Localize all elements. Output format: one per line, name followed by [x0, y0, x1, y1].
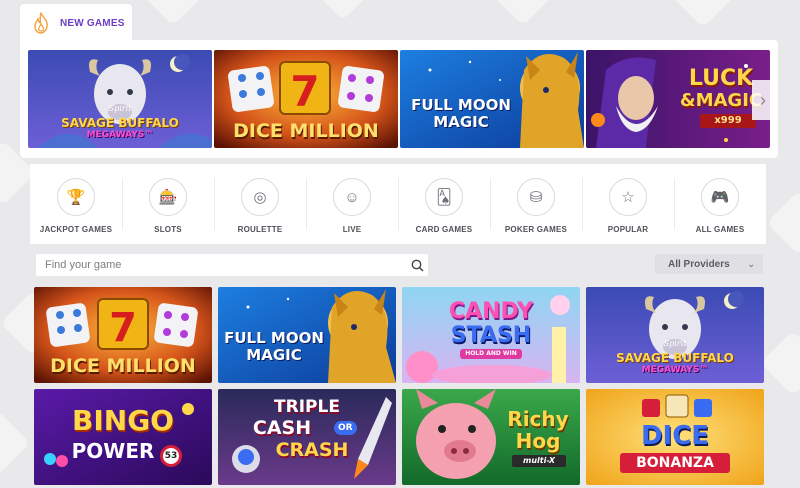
trophy-icon: 🏆 — [57, 178, 95, 216]
chevron-right-icon: › — [760, 89, 766, 110]
search-input[interactable] — [36, 254, 406, 276]
new-games-title: NEW GAMES — [60, 17, 125, 29]
category-all-games[interactable]: 🎮 ALL GAMES — [674, 164, 766, 244]
game-tile-candy-stash[interactable]: CANDY STASH HOLD AND WIN — [402, 287, 580, 383]
savage-buffalo-subtitle: MEGAWAYS™ — [641, 365, 709, 375]
dice-million-title: DICE MILLION — [233, 120, 379, 142]
category-label: JACKPOT GAMES — [39, 225, 113, 234]
category-label: SLOTS — [154, 225, 182, 234]
full-moon-magic-title-line1: FULL MOON — [224, 329, 324, 347]
savage-buffalo-badge: Spirit — [663, 339, 687, 348]
full-moon-magic-title-line2: MAGIC — [433, 113, 489, 131]
game-tile-full-moon-magic[interactable]: FULL MOON MAGIC — [400, 50, 584, 148]
poker-chip-icon: ⛁ — [517, 178, 555, 216]
category-card-games[interactable]: 🂡 CARD GAMES — [398, 164, 490, 244]
game-tile-savage-buffalo[interactable]: Spirit SAVAGE BUFFALO MEGAWAYS™ — [586, 287, 764, 383]
game-tile-savage-buffalo[interactable]: Spirit SAVAGE BUFFALO MEGAWAYS™ — [28, 50, 212, 148]
candy-stash-title-line2: STASH — [450, 323, 532, 348]
category-popular[interactable]: ☆ POPULAR — [582, 164, 674, 244]
game-tile-richy-hog[interactable]: Richy Hog multi-X — [402, 389, 580, 485]
triple-cash-title-line1: TRIPLE — [274, 397, 340, 417]
game-tile-dice-million[interactable]: 7 DICE MILLION — [214, 50, 398, 148]
triple-cash-title-line3: CRASH — [275, 439, 349, 461]
category-bar: 🏆 JACKPOT GAMES 🎰 SLOTS ◎ ROULETTE ☺ LIV… — [30, 164, 766, 244]
luck-magic-subtitle: x999 — [700, 114, 756, 128]
svg-text:7: 7 — [109, 305, 137, 351]
new-games-slider: Spirit SAVAGE BUFFALO MEGAWAYS™ 7 DICE M… — [28, 50, 770, 148]
providers-selected: All Providers — [668, 258, 730, 270]
category-live[interactable]: ☺ LIVE — [306, 164, 398, 244]
category-slots[interactable]: 🎰 SLOTS — [122, 164, 214, 244]
bingo-power-title-line2: POWER — [71, 439, 155, 463]
savage-buffalo-title: SAVAGE BUFFALO — [61, 116, 179, 130]
savage-buffalo-subtitle: MEGAWAYS™ — [86, 130, 154, 140]
flame-icon — [34, 12, 48, 34]
dice-bonanza-title-line1: DICE — [640, 421, 710, 451]
candy-stash-subtitle: HOLD AND WIN — [460, 349, 522, 359]
cards-icon: 🂡 — [425, 178, 463, 216]
game-tile-dice-bonanza[interactable]: DICE BONANZA — [586, 389, 764, 485]
category-jackpot-games[interactable]: 🏆 JACKPOT GAMES — [30, 164, 122, 244]
category-label: LIVE — [342, 225, 362, 234]
search-box — [36, 254, 428, 276]
game-tile-dice-million[interactable]: 7 DICE MILLION — [34, 287, 212, 383]
roulette-icon: ◎ — [241, 178, 279, 216]
savage-buffalo-badge: Spirit — [108, 104, 132, 113]
category-label: POPULAR — [607, 225, 649, 234]
richy-hog-title-line2: Hog — [515, 429, 561, 453]
star-icon: ☆ — [609, 178, 647, 216]
games-grid: 7 DICE MILLION FULL MOON MAGIC CANDY STA… — [34, 287, 766, 485]
slot-machine-icon: 🎰 — [149, 178, 187, 216]
category-poker-games[interactable]: ⛁ POKER GAMES — [490, 164, 582, 244]
category-roulette[interactable]: ◎ ROULETTE — [214, 164, 306, 244]
chevron-down-icon: ⌄ — [747, 258, 755, 269]
game-tile-full-moon-magic[interactable]: FULL MOON MAGIC — [218, 287, 396, 383]
category-label: POKER GAMES — [504, 225, 568, 234]
slider-next-arrow[interactable]: › — [752, 80, 774, 120]
triple-cash-connector: OR — [334, 421, 357, 435]
svg-text:7: 7 — [290, 67, 319, 116]
category-label: ROULETTE — [237, 225, 283, 234]
new-games-panel: Spirit SAVAGE BUFFALO MEGAWAYS™ 7 DICE M… — [20, 40, 778, 158]
bingo-power-title-line1: BINGO — [72, 404, 174, 437]
full-moon-magic-title-line1: FULL MOON — [411, 96, 511, 114]
game-tile-luck-and-magic[interactable]: LUCK &MAGIC x999 — [586, 50, 770, 148]
savage-buffalo-title: SAVAGE BUFFALO — [616, 351, 734, 365]
dice-bonanza-title-line2: BONANZA — [620, 453, 730, 473]
search-icon[interactable] — [406, 259, 428, 272]
game-tile-triple-cash-or-crash[interactable]: TRIPLE CASH OR CRASH — [218, 389, 396, 485]
category-label: ALL GAMES — [695, 225, 745, 234]
dice-million-title: DICE MILLION — [50, 355, 196, 377]
richy-hog-title-line1: Richy — [507, 407, 569, 431]
candy-stash-title-line1: CANDY — [448, 299, 534, 324]
gamepad-icon: 🎮 — [701, 178, 739, 216]
category-label: CARD GAMES — [415, 225, 473, 234]
new-games-tab[interactable]: NEW GAMES — [20, 4, 132, 42]
game-tile-bingo-power[interactable]: BINGO POWER 53 — [34, 389, 212, 485]
triple-cash-title-line2: CASH — [252, 417, 312, 439]
richy-hog-subtitle: multi-X — [512, 455, 566, 467]
providers-dropdown[interactable]: All Providers ⌄ — [655, 254, 763, 274]
bingo-ball: 53 — [160, 445, 182, 467]
live-dealer-icon: ☺ — [333, 178, 371, 216]
full-moon-magic-title-line2: MAGIC — [246, 346, 302, 364]
